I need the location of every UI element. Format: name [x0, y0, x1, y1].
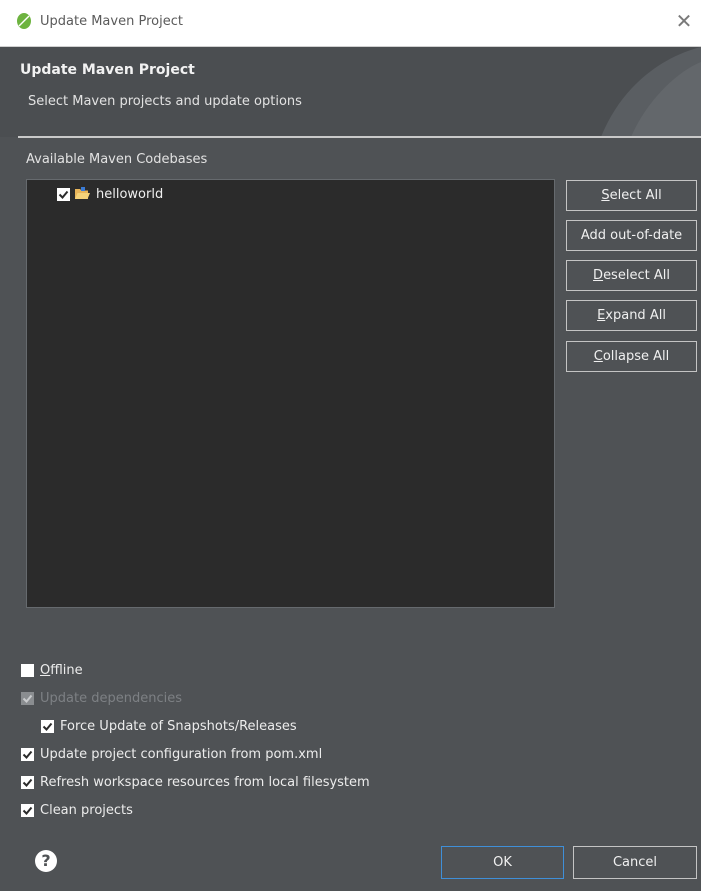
offline-checkbox[interactable]: [21, 663, 34, 677]
update-dependencies-checkbox: [21, 691, 34, 705]
folder-open-icon: [75, 187, 90, 199]
dialog-header: Update Maven Project Select Maven projec…: [0, 47, 701, 137]
collapse-all-label: ollapse All: [602, 349, 670, 364]
title-bar: Update Maven Project ✕: [0, 0, 701, 47]
offline-option[interactable]: Offline: [21, 661, 83, 679]
offline-mnemonic: O: [40, 662, 51, 678]
deselect-all-label: eselect All: [603, 268, 670, 283]
header-separator: [18, 136, 701, 138]
expand-all-button[interactable]: Expand All: [566, 300, 697, 331]
spring-leaf-icon: [17, 13, 31, 29]
update-dependencies-option: Update dependencies: [21, 689, 182, 707]
tree-item-label: helloworld: [96, 186, 164, 202]
clean-projects-checkbox[interactable]: [21, 803, 34, 817]
codebases-label: Available Maven Codebases: [26, 152, 208, 167]
select-all-label: elect All: [609, 188, 662, 203]
refresh-workspace-checkbox[interactable]: [21, 775, 34, 789]
checkbox-checked-icon[interactable]: [57, 187, 70, 201]
expand-all-label: xpand All: [605, 308, 666, 323]
add-out-of-date-label: Add out-of-date: [580, 228, 683, 243]
clean-projects-label: Clean projects: [40, 802, 133, 818]
codebases-tree[interactable]: helloworld: [26, 179, 555, 608]
header-decoration: [601, 47, 701, 137]
deselect-all-button[interactable]: Deselect All: [566, 260, 697, 291]
offline-label-rest: ffline: [50, 662, 83, 678]
refresh-workspace-label: Refresh workspace resources from local f…: [40, 774, 370, 790]
force-update-label: Force Update of Snapshots/Releases: [60, 718, 297, 734]
ok-button[interactable]: OK: [441, 846, 564, 879]
refresh-workspace-option[interactable]: Refresh workspace resources from local f…: [21, 773, 370, 791]
update-config-option[interactable]: Update project configuration from pom.xm…: [21, 745, 322, 763]
select-all-mnemonic: S: [601, 188, 610, 203]
collapse-all-button[interactable]: Collapse All: [566, 341, 697, 372]
cancel-button[interactable]: Cancel: [573, 846, 697, 879]
force-update-checkbox[interactable]: [41, 719, 54, 733]
clean-projects-option[interactable]: Clean projects: [21, 801, 133, 819]
select-all-button[interactable]: Select All: [566, 180, 697, 211]
offline-label: Offline: [40, 663, 83, 678]
update-config-label: Update project configuration from pom.xm…: [40, 746, 323, 762]
add-out-of-date-button[interactable]: Add out-of-date: [566, 220, 697, 251]
page-title: Update Maven Project: [20, 62, 195, 78]
update-config-checkbox[interactable]: [21, 747, 34, 761]
close-icon[interactable]: ✕: [673, 10, 695, 32]
deselect-all-mnemonic: D: [593, 268, 604, 283]
window-title: Update Maven Project: [40, 14, 183, 29]
collapse-all-mnemonic: C: [593, 349, 603, 364]
expand-all-mnemonic: E: [597, 308, 606, 323]
help-icon[interactable]: ?: [35, 850, 57, 872]
tree-item-helloworld[interactable]: helloworld: [57, 185, 163, 203]
force-update-option[interactable]: Force Update of Snapshots/Releases: [41, 717, 297, 735]
page-subtitle: Select Maven projects and update options: [28, 94, 302, 109]
update-dependencies-label: Update dependencies: [40, 690, 182, 706]
